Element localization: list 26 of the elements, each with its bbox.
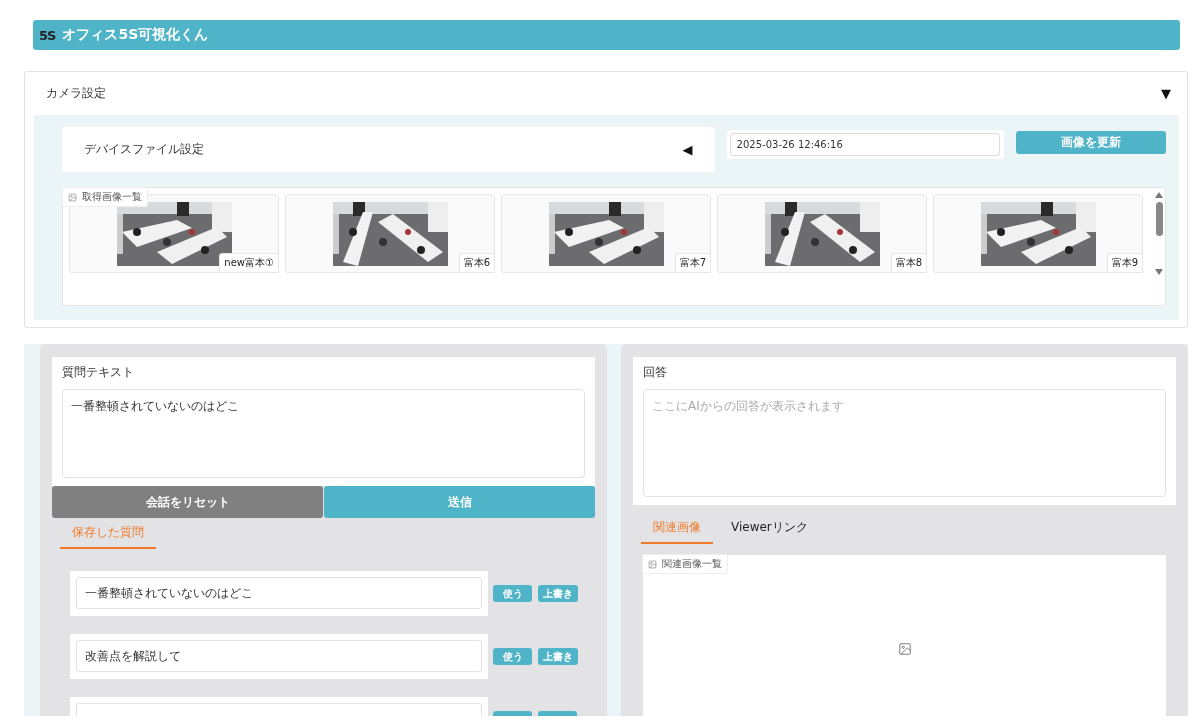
- tab[interactable]: Viewerリンク: [719, 513, 820, 544]
- image-caption: 富本8: [890, 253, 927, 273]
- image-caption: 富本9: [1106, 253, 1143, 273]
- saved-question-field[interactable]: 改善点を解説して: [76, 640, 482, 672]
- timestamp-field[interactable]: 2025-03-26 12:46:16: [729, 133, 1000, 156]
- image-thumbnail[interactable]: 富本8: [717, 194, 927, 273]
- image-thumbnail[interactable]: 富本7: [501, 194, 711, 273]
- image-thumbnail[interactable]: 富本6: [285, 194, 495, 273]
- question-textarea[interactable]: 一番整頓されていないのはどこ: [62, 389, 585, 478]
- logo: 5S: [39, 27, 56, 43]
- image-caption: new富本①: [219, 253, 279, 273]
- reset-conversation-button[interactable]: 会話をリセット: [52, 486, 323, 518]
- saved-question-field[interactable]: 一番整頓されていないのはどこ: [76, 577, 482, 609]
- expand-toggle[interactable]: ◀: [682, 142, 693, 157]
- section-title: カメラ設定: [46, 85, 106, 102]
- answer-textarea[interactable]: ここにAIからの回答が表示されます: [643, 389, 1166, 497]
- image-caption: 富本7: [674, 253, 711, 273]
- field-label: 回答: [643, 364, 668, 381]
- image-thumbnail[interactable]: 富本9: [933, 194, 1143, 273]
- image-caption: 富本6: [458, 253, 495, 273]
- app-title: オフィス5S可視化くん: [62, 26, 209, 44]
- collapse-toggle[interactable]: ▼: [1161, 86, 1171, 101]
- accordion-label: デバイスファイル設定: [84, 141, 204, 158]
- gallery-label-text: 関連画像一覧: [662, 557, 722, 571]
- device-file-accordion[interactable]: デバイスファイル設定 ◀: [62, 127, 715, 172]
- field-label: 質問テキスト: [62, 364, 135, 381]
